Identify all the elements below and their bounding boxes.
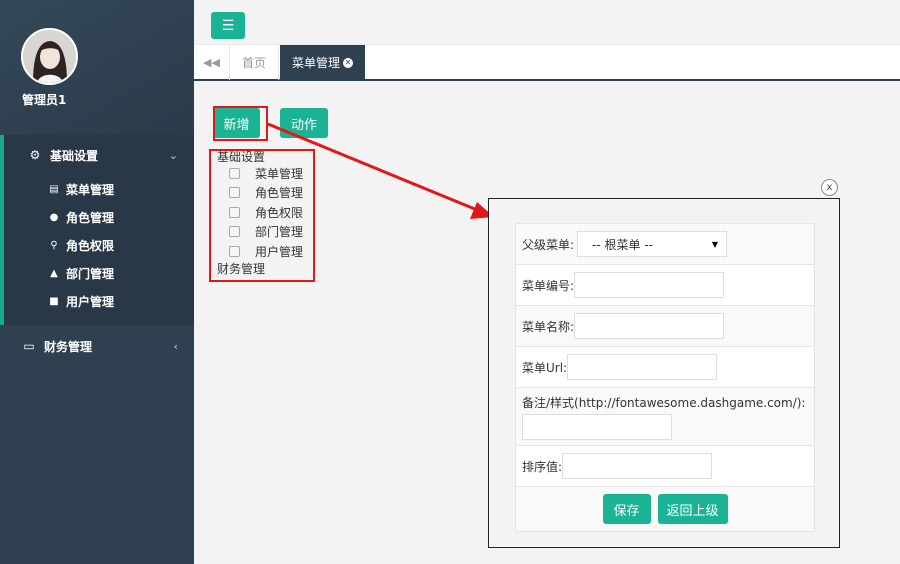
- remark-input[interactable]: [522, 413, 672, 440]
- form-row-remark: 备注/样式(http://fontawesome.dashgame.com/):: [516, 388, 814, 446]
- form-row-menu-url: 菜单Url:: [516, 347, 814, 388]
- sidebar-group-header-basic[interactable]: ⚙ 基础设置 ⌄: [4, 135, 194, 175]
- sidebar-item-label: 部门管理: [66, 266, 115, 281]
- sidebar-toggle-button[interactable]: ☰: [211, 12, 245, 39]
- sidebar-item-role-permission[interactable]: ⚲ 角色权限: [48, 231, 114, 259]
- sitemap-icon: ▲: [50, 267, 58, 279]
- menu-name-label: 菜单名称:: [522, 319, 575, 334]
- tree-item[interactable]: 角色管理: [229, 184, 303, 200]
- chevron-down-icon: ⌄: [168, 148, 178, 162]
- tab-home[interactable]: 首页: [230, 45, 280, 80]
- parent-menu-selected-value: -- 根菜单 --: [592, 237, 653, 252]
- tab-close-icon[interactable]: ✕: [343, 57, 353, 68]
- chevron-left-icon: ‹: [173, 339, 178, 353]
- list-icon: ▤: [49, 183, 59, 195]
- double-chevron-left-icon: ◀◀: [203, 56, 220, 69]
- credit-card-icon: ▭: [23, 339, 35, 353]
- tree-item-label: 角色管理: [255, 185, 304, 200]
- user-icon: ■: [49, 295, 59, 307]
- sidebar-group-basic-settings: ⚙ 基础设置 ⌄ ▤ 菜单管理 ● 角色管理 ⚲ 角色权限 ▲ 部门管理 ■ 用…: [0, 135, 194, 325]
- menu-code-label: 菜单编号:: [522, 278, 575, 293]
- tree-group-label[interactable]: 财务管理: [217, 260, 265, 277]
- form-row-menu-code: 菜单编号:: [516, 265, 814, 306]
- sidebar-item-label: 用户管理: [66, 294, 115, 309]
- sidebar-group-finance: ▭ 财务管理 ‹: [0, 328, 194, 364]
- form-row-parent-menu: 父级菜单: -- 根菜单 -- ▼: [516, 224, 814, 265]
- sidebar-item-role-manage[interactable]: ● 角色管理: [48, 203, 114, 231]
- form-row-actions: 保存 返回上级: [516, 487, 814, 531]
- tree-item-checkbox[interactable]: [229, 186, 240, 198]
- tree-item-label: 部门管理: [255, 224, 304, 239]
- dialog-close-icon[interactable]: x: [821, 179, 838, 196]
- tree-item[interactable]: 角色权限: [229, 204, 303, 220]
- tree-item[interactable]: 菜单管理: [229, 165, 303, 181]
- tab-scroll-left-button[interactable]: ◀◀: [194, 45, 230, 80]
- tree-item-checkbox[interactable]: [229, 167, 240, 179]
- menu-url-label: 菜单Url:: [522, 360, 568, 375]
- gear-icon: ⚙: [29, 148, 41, 162]
- tab-bar: ◀◀ 首页 菜单管理 ✕: [194, 44, 900, 81]
- sidebar-item-dept-manage[interactable]: ▲ 部门管理: [48, 259, 114, 287]
- tree-item-checkbox[interactable]: [229, 225, 240, 237]
- sort-order-label: 排序值:: [522, 459, 563, 474]
- menu-url-input[interactable]: [567, 354, 718, 380]
- remark-label: 备注/样式(http://fontawesome.dashgame.com/):: [522, 395, 806, 410]
- sidebar-item-label: 菜单管理: [66, 182, 115, 197]
- parent-menu-select[interactable]: -- 根菜单 -- ▼: [577, 231, 728, 257]
- hamburger-icon: ☰: [221, 17, 235, 34]
- sidebar-group-header-finance[interactable]: ▭ 财务管理 ‹: [0, 328, 194, 364]
- tree-item-checkbox[interactable]: [229, 206, 240, 218]
- tree-item-label: 菜单管理: [255, 166, 304, 181]
- action-button[interactable]: 动作: [280, 108, 328, 138]
- add-button[interactable]: 新增: [213, 108, 260, 138]
- tree-item-checkbox[interactable]: [229, 245, 240, 257]
- menu-name-input[interactable]: [574, 313, 725, 339]
- save-button[interactable]: 保存: [602, 494, 651, 524]
- form-row-menu-name: 菜单名称:: [516, 306, 814, 347]
- sidebar-item-label: 角色管理: [66, 210, 115, 225]
- tab-label: 菜单管理: [292, 56, 341, 70]
- menu-form: 父级菜单: -- 根菜单 -- ▼ 菜单编号: 菜单名称: 菜单Url: 备注/…: [515, 223, 815, 532]
- add-menu-dialog: 父级菜单: -- 根菜单 -- ▼ 菜单编号: 菜单名称: 菜单Url: 备注/…: [488, 198, 840, 548]
- tree-item[interactable]: 部门管理: [229, 223, 303, 239]
- tab-menu-manage[interactable]: 菜单管理 ✕: [280, 45, 365, 80]
- avatar[interactable]: [21, 28, 78, 85]
- sidebar: 管理员1 ⚙ 基础设置 ⌄ ▤ 菜单管理 ● 角色管理 ⚲ 角色权限 ▲ 部门管…: [0, 0, 194, 564]
- tree-group-label[interactable]: 基础设置: [217, 148, 265, 165]
- sidebar-group-label: 财务管理: [44, 339, 93, 354]
- tab-label: 首页: [242, 56, 267, 70]
- menu-code-input[interactable]: [574, 272, 725, 298]
- sidebar-group-label: 基础设置: [50, 148, 99, 163]
- sidebar-item-user-manage[interactable]: ■ 用户管理: [48, 287, 114, 315]
- users-icon: ●: [49, 211, 59, 223]
- tree-item[interactable]: 用户管理: [229, 243, 303, 259]
- sidebar-item-label: 角色权限: [66, 238, 115, 253]
- parent-menu-label: 父级菜单:: [522, 237, 575, 252]
- form-row-sort-order: 排序值:: [516, 446, 814, 487]
- tree-item-label: 角色权限: [255, 205, 304, 220]
- sidebar-item-menu-manage[interactable]: ▤ 菜单管理: [48, 175, 114, 203]
- sort-order-input[interactable]: [562, 453, 713, 479]
- tree-item-label: 用户管理: [255, 244, 304, 259]
- back-button[interactable]: 返回上级: [657, 494, 728, 524]
- dropdown-caret-icon: ▼: [711, 239, 719, 249]
- admin-name[interactable]: 管理员1: [22, 91, 66, 108]
- key-icon: ⚲: [50, 239, 58, 251]
